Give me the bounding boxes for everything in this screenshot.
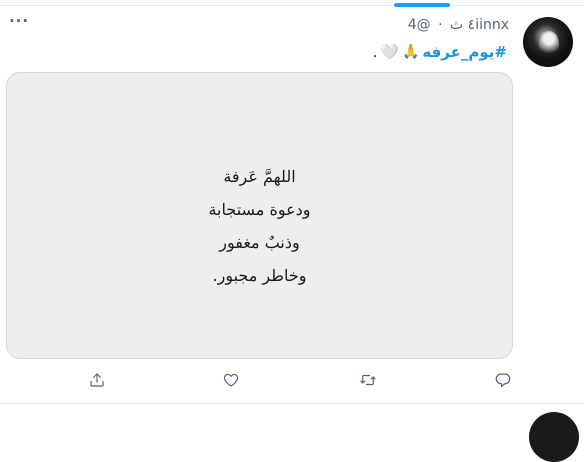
meta-separator: · [438, 17, 443, 33]
like-button[interactable] [220, 369, 242, 391]
avatar[interactable] [523, 17, 573, 67]
tweet-meta: ٤ ث · @4iinnx [408, 17, 509, 33]
share-button[interactable] [86, 369, 108, 391]
poem-line: وذنبٌ مغفور [219, 233, 300, 252]
next-tweet-avatar[interactable] [529, 412, 579, 462]
hashtag-link[interactable]: #يوم_عرفه [422, 43, 507, 61]
reply-button[interactable] [492, 369, 514, 391]
tweet-media-image[interactable]: اللهمَّ عَرفة ودعوة مستجابة وذنبٌ مغفور … [6, 72, 513, 359]
more-options-button[interactable]: ··· [6, 13, 32, 29]
active-tab-indicator [394, 3, 450, 7]
tweet-time[interactable]: ٤ ث [450, 17, 475, 33]
pray-emoji: 🙏 [401, 44, 420, 60]
like-icon [223, 373, 239, 387]
avatar-figure [539, 31, 559, 57]
tweet-text: #يوم_عرفه 🙏 🤍 . [372, 43, 507, 61]
poem-text: اللهمَّ عَرفة ودعوة مستجابة وذنبٌ مغفور … [7, 160, 512, 292]
tweet-actions [0, 369, 584, 391]
retweet-button[interactable] [357, 369, 379, 391]
white-heart-emoji: 🤍 [380, 43, 399, 61]
share-icon [90, 373, 104, 387]
retweet-icon [360, 374, 376, 386]
tweet-period: . [372, 43, 378, 61]
bottom-divider [0, 403, 584, 404]
reply-icon [495, 373, 511, 387]
top-divider [0, 5, 584, 6]
poem-line: وخاطر مجبور. [212, 266, 307, 285]
poem-line: ودعوة مستجابة [208, 200, 311, 219]
poem-line: اللهمَّ عَرفة [223, 167, 296, 186]
